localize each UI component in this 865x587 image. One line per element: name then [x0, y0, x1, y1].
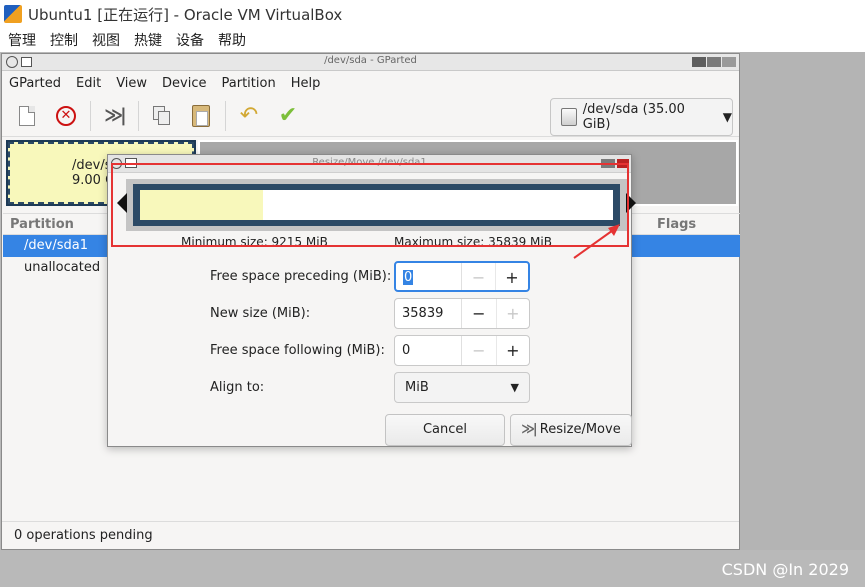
- vbox-menu-view[interactable]: 视图: [92, 30, 120, 50]
- paste-button[interactable]: [184, 99, 218, 133]
- device-selector-label: /dev/sda (35.00 GiB): [582, 102, 685, 132]
- new-partition-button[interactable]: [10, 99, 44, 133]
- apply-icon: ✔: [278, 103, 298, 128]
- watermark: CSDN @In 2029: [721, 560, 849, 579]
- menu-gparted[interactable]: GParted: [9, 76, 61, 91]
- new-partition-icon: [19, 105, 35, 126]
- virtualbox-logo-icon: [4, 5, 22, 23]
- free-preceding-input[interactable]: 0: [396, 263, 463, 290]
- partition-name: /dev/sda1: [24, 238, 88, 253]
- menu-help[interactable]: Help: [291, 76, 321, 91]
- resize-move-icon: ≫|: [104, 105, 126, 126]
- column-header-partition[interactable]: Partition: [10, 217, 74, 232]
- vbox-menu-manage[interactable]: 管理: [8, 30, 36, 50]
- undo-icon: ↶: [239, 103, 259, 128]
- free-following-stepper[interactable]: 0 − +: [394, 335, 530, 366]
- minimize-icon[interactable]: [692, 57, 706, 67]
- gparted-window-title: /dev/sda - GParted: [324, 55, 417, 66]
- vbox-menubar: 管理 控制 视图 热键 设备 帮助: [0, 28, 865, 52]
- annotation-arrow-icon: [573, 224, 620, 259]
- menu-edit[interactable]: Edit: [76, 76, 101, 91]
- align-to-select[interactable]: MiB ▼: [394, 372, 530, 403]
- chevron-down-icon: ▼: [510, 381, 519, 394]
- free-preceding-decrement-button[interactable]: −: [462, 263, 495, 290]
- vbox-menu-hotkeys[interactable]: 热键: [134, 30, 162, 50]
- status-bar: 0 operations pending: [2, 521, 739, 549]
- chevron-down-icon: ▼: [722, 110, 732, 124]
- vbox-window-title: Ubuntu1 [正在运行] - Oracle VM VirtualBox: [28, 5, 343, 24]
- vbox-menu-devices[interactable]: 设备: [176, 30, 204, 50]
- menu-device[interactable]: Device: [162, 76, 206, 91]
- partition-name: unallocated: [24, 260, 101, 275]
- column-header-flags[interactable]: Flags: [657, 217, 696, 232]
- maximize-icon[interactable]: [707, 57, 721, 67]
- new-size-label: New size (MiB):: [210, 306, 311, 321]
- new-size-increment-button[interactable]: +: [495, 299, 529, 328]
- toolbar-separator: [90, 100, 91, 131]
- free-following-increment-button[interactable]: +: [495, 336, 529, 365]
- free-following-input[interactable]: 0: [395, 336, 463, 365]
- apply-button[interactable]: ✔: [271, 99, 305, 133]
- menu-partition[interactable]: Partition: [222, 76, 276, 91]
- free-following-decrement-button[interactable]: −: [462, 336, 495, 365]
- gparted-titlebar: /dev/sda - GParted: [2, 54, 739, 71]
- delete-partition-button[interactable]: ✕: [49, 99, 83, 133]
- new-size-input[interactable]: 35839: [395, 299, 463, 328]
- new-size-stepper[interactable]: 35839 − +: [394, 298, 530, 329]
- align-to-value: MiB: [405, 380, 429, 395]
- copy-button[interactable]: [145, 99, 179, 133]
- paste-icon: [192, 104, 210, 127]
- device-selector[interactable]: /dev/sda (35.00 GiB) ▼: [550, 98, 733, 136]
- annotation-highlight-box: [111, 163, 629, 247]
- free-preceding-stepper[interactable]: 0 − +: [394, 261, 530, 292]
- gparted-menubar: GParted Edit View Device Partition Help: [2, 71, 739, 95]
- undo-button[interactable]: ↶: [232, 99, 266, 133]
- align-to-label: Align to:: [210, 380, 265, 395]
- resize-move-button-label: Resize/Move: [539, 422, 621, 437]
- disk-icon: [561, 108, 577, 126]
- vm-desktop-background: [740, 52, 865, 550]
- free-preceding-label: Free space preceding (MiB):: [210, 269, 392, 284]
- toolbar-separator: [225, 100, 226, 131]
- vbox-menu-help[interactable]: 帮助: [218, 30, 246, 50]
- copy-icon: [153, 105, 171, 126]
- free-following-label: Free space following (MiB):: [210, 343, 385, 358]
- new-size-decrement-button[interactable]: −: [462, 299, 495, 328]
- toolbar-separator: [138, 100, 139, 131]
- menu-view[interactable]: View: [116, 76, 147, 91]
- resize-move-toolbar-button[interactable]: ≫|: [97, 99, 131, 133]
- close-icon[interactable]: [722, 57, 736, 67]
- cancel-button[interactable]: Cancel: [385, 414, 505, 446]
- vbox-menu-control[interactable]: 控制: [50, 30, 78, 50]
- resize-move-button[interactable]: ≫| Resize/Move: [510, 414, 632, 446]
- resize-move-icon: ≫|: [521, 422, 537, 437]
- vbox-titlebar: Ubuntu1 [正在运行] - Oracle VM VirtualBox: [0, 0, 865, 28]
- gparted-toolbar: ✕ ≫| ↶ ✔ /dev/sda (35.00 GiB) ▼: [2, 95, 739, 137]
- free-preceding-increment-button[interactable]: +: [495, 263, 528, 290]
- delete-icon: ✕: [56, 105, 76, 126]
